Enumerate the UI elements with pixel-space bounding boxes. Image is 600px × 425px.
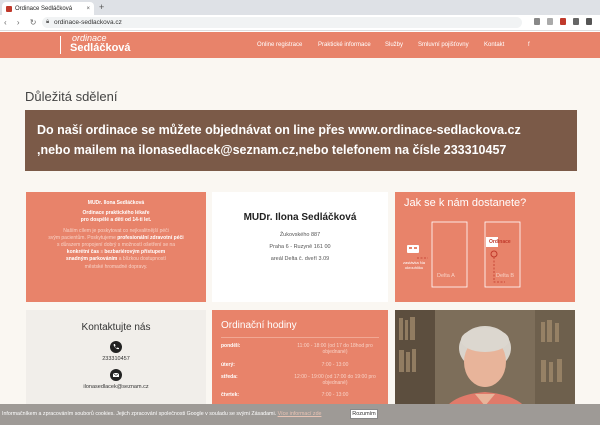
- puzzle-icon[interactable]: [586, 18, 592, 25]
- page-content: Důležitá sdělení Do naší ordinace se můž…: [0, 58, 600, 420]
- hours-day: pondělí:: [221, 343, 241, 349]
- hours-time: 11:00 - 18:00 (od 17 do 18hod pro objedn…: [297, 343, 373, 355]
- about-sub1: Ordinace praktického lékaře: [82, 210, 150, 217]
- nav-prakticke-informace[interactable]: Praktické informace: [318, 42, 371, 48]
- about-p1: Naším cílem je poskytovat co nejkvalitně…: [63, 227, 169, 234]
- nav-kontakt[interactable]: Kontakt: [484, 42, 504, 48]
- caduceus-icon: [60, 36, 66, 54]
- extension-red-icon[interactable]: [560, 18, 566, 25]
- about-p4c: bezbariérovým přístupem: [104, 249, 166, 256]
- share-icon[interactable]: [534, 18, 540, 25]
- banner-line-2: ,nebo mailem na ilonasedlacek@seznam.cz,…: [37, 143, 507, 157]
- hours-time: 7:00 - 13:00: [321, 392, 349, 398]
- browser-tab-bar: Ordinace Sedláčková × +: [0, 0, 600, 15]
- hours-day: úterý:: [221, 362, 235, 368]
- about-p6: městské hromadné dopravy.: [84, 263, 148, 270]
- hours-divider: [221, 337, 379, 338]
- cookie-more-link[interactable]: Více informací zde: [278, 411, 322, 417]
- address-name: MUDr. Ilona Sedláčková: [243, 212, 357, 223]
- about-sub2: pro dospělé a děti od 14-ti let.: [80, 217, 152, 224]
- bus-window-icon: [409, 247, 412, 249]
- about-card: MUDr. Ilona Sedláčková Ordinace praktick…: [26, 192, 206, 302]
- about-p5b: a blízkou dostupností: [118, 256, 167, 263]
- ordinace-badge: Ordinace: [489, 239, 511, 245]
- hours-row: pondělí: 11:00 - 18:00 (od 17 do 18hod p…: [221, 343, 379, 355]
- hours-row: čtvrtek: 7:00 - 13:00: [221, 392, 379, 398]
- cookie-accept-button[interactable]: Rozumím: [350, 409, 378, 419]
- announcement-banner: Do naší ordinace se můžete objednávat on…: [25, 110, 577, 171]
- nav-sluzby[interactable]: Služby: [385, 42, 403, 48]
- close-tab-icon[interactable]: ×: [86, 6, 90, 12]
- extension-icons: [534, 18, 592, 25]
- directions-map-svg: [407, 221, 521, 288]
- about-p2: svým pacientům. Poskytujeme: [48, 234, 116, 241]
- browser-tab[interactable]: Ordinace Sedláčková ×: [2, 2, 94, 15]
- contact-phone[interactable]: 233310457: [26, 356, 206, 362]
- hours-row: úterý: 7:00 - 13:00: [221, 362, 379, 368]
- hours-day: středa:: [221, 374, 238, 380]
- url-field[interactable]: 🔒︎ ordinace-sedlackova.cz: [42, 17, 522, 28]
- facebook-icon[interactable]: f: [528, 42, 530, 48]
- site-logo[interactable]: ordinace Sedláčková: [60, 34, 131, 54]
- contact-title: Kontaktujte nás: [81, 322, 151, 333]
- cookie-text: Informačníkem a zpracováním souborů cook…: [2, 411, 321, 417]
- hours-row: středa: 12:00 - 19:00 (od 17:00 do 19:00…: [221, 374, 379, 386]
- hours-time: 7:00 - 13:00: [321, 362, 349, 368]
- bookmark-icon[interactable]: [547, 18, 553, 25]
- favicon-icon: [6, 5, 12, 12]
- new-tab-button[interactable]: +: [99, 2, 104, 13]
- email-icon: [110, 369, 122, 381]
- phone-icon: [110, 341, 122, 353]
- page-heading: Důležitá sdělení: [25, 89, 118, 104]
- about-p4b: s: [100, 249, 103, 256]
- site-header: ordinace Sedláčková Online registrace Pr…: [0, 32, 600, 58]
- bus-window-icon: [414, 247, 417, 249]
- address-bar-row: ‹ › ↻ 🔒︎ ordinace-sedlackova.cz: [0, 15, 600, 31]
- nav-buttons[interactable]: ‹ › ↻: [4, 17, 40, 28]
- nav-online-registrace[interactable]: Online registrace: [257, 42, 302, 48]
- hours-title: Ordinační hodiny: [221, 320, 297, 331]
- address-building: areál Delta č. dveří 3.09: [270, 256, 330, 262]
- address-street: Žukovského 887: [279, 232, 321, 238]
- tab-title: Ordinace Sedláčková: [15, 5, 73, 12]
- cookie-bar: Informačníkem a zpracováním souborů cook…: [0, 404, 600, 425]
- about-name: MUDr. Ilona Sedláčková: [87, 200, 145, 206]
- delta-a-label: Delta A: [437, 273, 455, 279]
- banner-line-1: Do naší ordinace se můžete objednávat on…: [37, 123, 521, 137]
- about-p2b: profesionální zdravotní péči: [117, 234, 184, 241]
- address-city: Praha 6 - Ruzyně 161 00: [269, 244, 331, 250]
- about-p5: snadným parkováním: [65, 256, 118, 263]
- about-p3: s důrazem propojení dobrý s možností oše…: [56, 242, 176, 249]
- bus-stop-label: zastávka Na okrouhlíku: [402, 260, 425, 270]
- nav-smluvni-pojistovny[interactable]: Smluvní pojišťovny: [418, 42, 469, 48]
- delta-b-label: Delta B: [496, 273, 515, 279]
- cookie-text-body: Informačníkem a zpracováním souborů cook…: [2, 411, 277, 417]
- lock-icon: 🔒︎: [46, 19, 50, 25]
- url-text: ordinace-sedlackova.cz: [54, 19, 122, 26]
- extension-icon[interactable]: [573, 18, 579, 25]
- location-pin-icon: [490, 250, 498, 258]
- logo-line2: Sedláčková: [70, 42, 131, 54]
- contact-email[interactable]: ilonasedlacek@seznam.cz: [26, 384, 206, 390]
- about-p4a: konkrétní čas: [66, 249, 100, 256]
- address-card: MUDr. Ilona Sedláčková Žukovského 887 Pr…: [212, 192, 388, 302]
- bus-icon: [407, 245, 419, 253]
- directions-card[interactable]: Jak se k nám dostanete? Ordinace zastávk…: [395, 192, 575, 302]
- hours-time: 12:00 - 19:00 (od 17:00 do 19:00 pro obj…: [294, 374, 376, 386]
- hours-day: čtvrtek:: [221, 392, 240, 398]
